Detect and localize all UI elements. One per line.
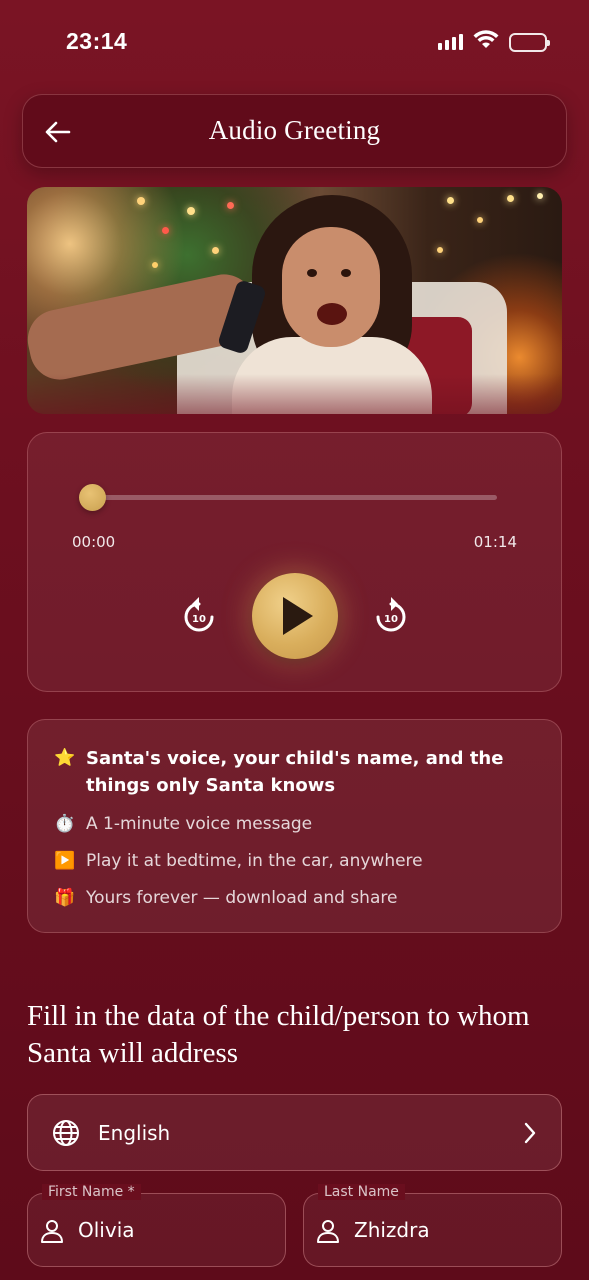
hero-image bbox=[27, 187, 562, 414]
language-select[interactable]: English bbox=[27, 1094, 562, 1171]
feature-item: ▶️ Play it at bedtime, in the car, anywh… bbox=[54, 848, 423, 874]
progress-track[interactable] bbox=[91, 495, 497, 500]
globe-icon bbox=[53, 1120, 79, 1146]
feature-text: A 1-minute voice message bbox=[86, 814, 313, 834]
user-icon bbox=[317, 1220, 339, 1243]
play-square-icon: ▶️ bbox=[54, 851, 76, 871]
feature-item: 🎁 Yours forever — download and share bbox=[54, 885, 397, 911]
feature-item: ⭐ Santa's voice, your child's name, and … bbox=[54, 745, 526, 799]
forward-10-button[interactable]: 10 bbox=[374, 596, 408, 634]
page-title: Audio Greeting bbox=[208, 115, 381, 145]
feature-text: Yours forever — download and share bbox=[86, 888, 398, 908]
user-icon bbox=[41, 1220, 63, 1243]
feature-text: Santa's voice, your child's name, and th… bbox=[86, 748, 504, 796]
features-card: ⭐ Santa's voice, your child's name, and … bbox=[27, 719, 562, 933]
first-name-field[interactable]: First Name * Olivia bbox=[27, 1184, 286, 1267]
feature-item: ⏱️ A 1-minute voice message bbox=[54, 811, 312, 837]
chevron-right-icon bbox=[524, 1122, 536, 1144]
first-name-label: First Name * bbox=[42, 1184, 141, 1200]
gift-icon: 🎁 bbox=[54, 888, 76, 908]
battery-icon bbox=[509, 32, 550, 52]
form-title: Fill in the data of the child/person to … bbox=[27, 1000, 530, 1069]
total-time: 01:14 bbox=[473, 533, 517, 551]
rewind-icon: 10 bbox=[184, 597, 214, 632]
last-name-field[interactable]: Last Name Zhizdra bbox=[303, 1184, 562, 1267]
rewind-label: 10 bbox=[192, 614, 206, 625]
status-time: 23:14 bbox=[66, 28, 128, 54]
signal-icon bbox=[438, 34, 463, 50]
forward-label: 10 bbox=[384, 614, 398, 625]
wifi-icon bbox=[473, 30, 499, 54]
play-button[interactable] bbox=[252, 573, 338, 659]
status-icons bbox=[438, 30, 550, 54]
audio-player: 00:00 01:14 10 10 bbox=[27, 432, 562, 692]
last-name-label: Last Name bbox=[318, 1184, 405, 1200]
rewind-10-button[interactable]: 10 bbox=[182, 596, 216, 634]
language-value: English bbox=[98, 1121, 171, 1145]
stopwatch-icon: ⏱️ bbox=[54, 814, 76, 834]
feature-text: Play it at bedtime, in the car, anywhere bbox=[86, 851, 423, 871]
last-name-value: Zhizdra bbox=[354, 1218, 430, 1242]
star-icon: ⭐ bbox=[54, 748, 76, 768]
progress-knob[interactable] bbox=[79, 484, 106, 511]
current-time: 00:00 bbox=[72, 533, 116, 551]
forward-icon: 10 bbox=[376, 597, 406, 632]
first-name-value: Olivia bbox=[78, 1218, 135, 1242]
app-header: Audio Greeting bbox=[22, 94, 567, 168]
play-icon bbox=[283, 597, 313, 635]
status-bar: 23:14 bbox=[0, 0, 589, 86]
